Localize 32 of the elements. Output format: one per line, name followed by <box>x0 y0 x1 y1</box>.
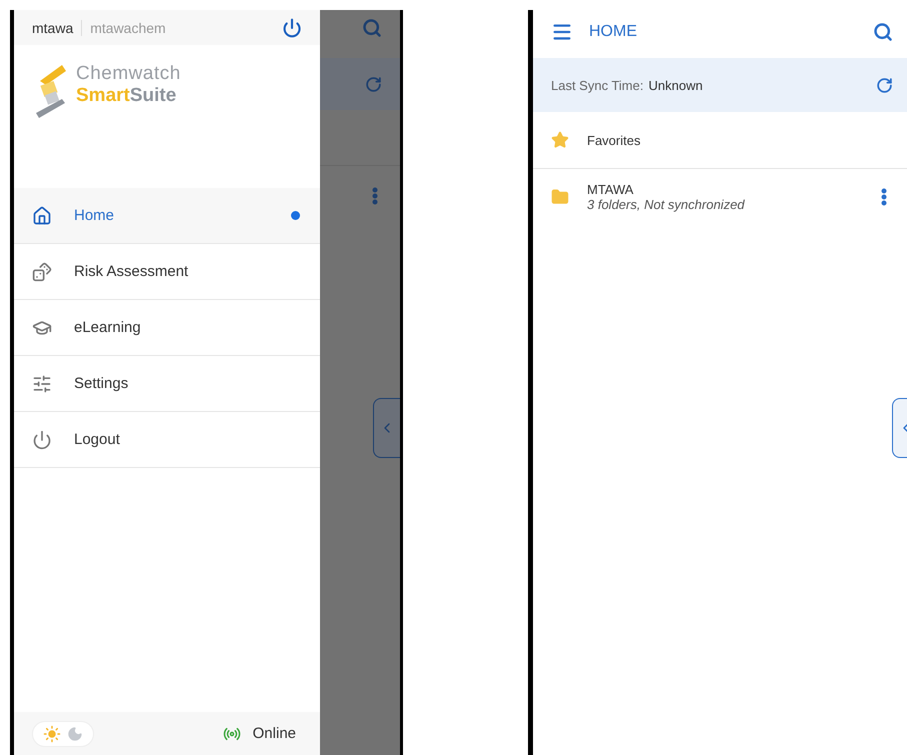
search-icon <box>362 18 382 38</box>
logo-text: Chemwatch <box>76 63 181 85</box>
selected-dot <box>291 211 300 220</box>
home-icon <box>32 206 52 226</box>
sliders-icon <box>32 374 52 394</box>
list-item[interactable]: Favorites <box>533 112 907 169</box>
more-icon <box>372 187 378 205</box>
sync-label: Last Sync Time: <box>551 78 644 92</box>
organization-name: mtawachem <box>89 20 167 36</box>
folder-icon <box>551 188 569 206</box>
item-title: Favorites <box>587 132 642 148</box>
sync-value: Unknown <box>648 78 704 92</box>
power-button[interactable] <box>282 18 302 38</box>
status-text: Online <box>252 725 296 742</box>
star-icon <box>551 131 569 149</box>
item-title: MTAWA <box>587 182 634 197</box>
user-name: mtawa <box>32 20 82 36</box>
item-subtitle: 3 folders, Not synchronized <box>587 197 746 212</box>
more-button[interactable] <box>881 188 887 206</box>
moon-icon <box>67 726 83 742</box>
search-button[interactable] <box>873 22 893 42</box>
sun-icon <box>43 724 61 742</box>
more-icon <box>881 188 887 206</box>
power-icon <box>32 430 52 450</box>
menu-item[interactable]: Home <box>14 188 320 244</box>
logo-text: SmartSuite <box>76 85 178 107</box>
refresh-button[interactable] <box>876 76 893 94</box>
dice-icon <box>32 262 52 282</box>
list-item[interactable]: MTAWA 3 folders, Not synchronized <box>533 169 907 225</box>
theme-toggle[interactable] <box>32 720 94 746</box>
screen-title: HOME <box>589 23 638 41</box>
refresh-icon <box>365 76 382 92</box>
